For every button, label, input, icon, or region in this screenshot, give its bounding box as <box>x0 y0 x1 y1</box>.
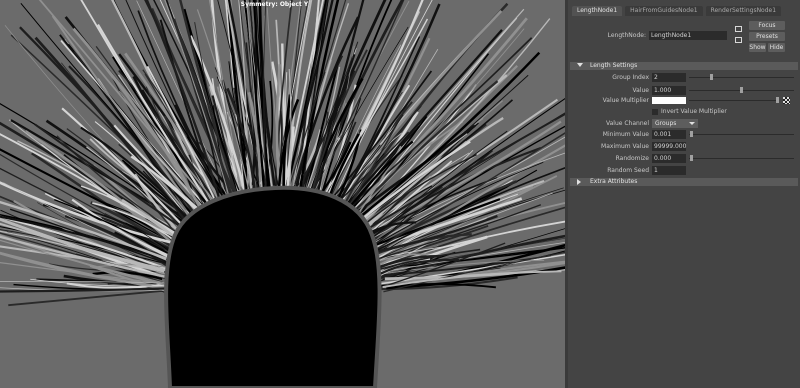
minimum-value-slider-handle[interactable] <box>690 131 693 137</box>
symmetry-label: Symmetry: Object Y <box>240 1 309 8</box>
randomize-field[interactable]: 0.000 <box>652 154 686 163</box>
value-multiplier-slider-handle[interactable] <box>776 97 779 103</box>
minimum-value-field[interactable]: 0.001 <box>652 130 686 139</box>
show-button[interactable]: Show <box>749 43 766 52</box>
invert-value-multiplier-checkbox[interactable] <box>652 109 658 115</box>
maximum-value-label: Maximum Value <box>601 143 649 150</box>
value-multiplier-slider[interactable] <box>689 100 776 101</box>
minimum-value-slider[interactable] <box>689 134 794 135</box>
input-connection-icon[interactable] <box>735 26 742 32</box>
attribute-editor: LengthNode1 HairFromGuidesNode1 RenderSe… <box>568 0 800 388</box>
presets-button[interactable]: Presets <box>749 32 785 41</box>
value-channel-label: Value Channel <box>605 120 649 127</box>
node-name-field[interactable]: LengthNode1 <box>649 31 727 40</box>
value-channel-dropdown[interactable]: Groups <box>652 119 698 128</box>
section-length-settings[interactable]: Length Settings <box>570 62 798 70</box>
group-index-slider[interactable] <box>689 77 794 78</box>
hide-button[interactable]: Hide <box>768 43 785 52</box>
node-name-label: LengthNode: <box>607 32 646 39</box>
tab-lengthnode1[interactable]: LengthNode1 <box>572 6 623 16</box>
group-index-field[interactable]: 2 <box>652 73 686 82</box>
chevron-down-icon <box>689 122 695 125</box>
collapse-triangle-icon <box>577 63 583 67</box>
output-connection-icon[interactable] <box>735 37 742 43</box>
value-slider-handle[interactable] <box>740 87 743 93</box>
hair-strand <box>266 7 282 185</box>
node-tabs: LengthNode1 HairFromGuidesNode1 RenderSe… <box>572 6 784 16</box>
value-channel-selected: Groups <box>655 120 677 127</box>
expand-triangle-icon <box>577 179 581 185</box>
minimum-value-label: Minimum Value <box>602 131 649 138</box>
invert-value-multiplier-label: Invert Value Multiplier <box>661 108 727 115</box>
3d-viewport[interactable]: Symmetry: Object Y <box>0 0 565 388</box>
focus-button[interactable]: Focus <box>749 21 785 30</box>
value-multiplier-label: Value Multiplier <box>602 97 649 104</box>
randomize-slider[interactable] <box>689 158 794 159</box>
tab-hairfromguidesnode1[interactable]: HairFromGuidesNode1 <box>625 6 703 16</box>
value-multiplier-swatch[interactable] <box>652 97 686 104</box>
maximum-value-field[interactable]: 99999.000 <box>652 142 686 151</box>
group-index-label: Group Index <box>612 74 649 81</box>
texture-map-icon[interactable] <box>783 97 790 104</box>
head-silhouette <box>164 185 382 388</box>
hair-render <box>0 0 565 388</box>
tab-rendersettingsnode1[interactable]: RenderSettingsNode1 <box>705 6 782 16</box>
randomize-slider-handle[interactable] <box>690 155 693 161</box>
value-field[interactable]: 1.000 <box>652 86 686 95</box>
section-extra-attributes-title: Extra Attributes <box>590 178 638 185</box>
group-index-slider-handle[interactable] <box>710 74 713 80</box>
section-extra-attributes[interactable]: Extra Attributes <box>570 178 798 186</box>
value-label: Value <box>632 87 649 94</box>
section-length-settings-title: Length Settings <box>590 62 638 69</box>
random-seed-label: Random Seed <box>607 167 649 174</box>
randomize-label: Randomize <box>615 155 649 162</box>
hair-strand <box>8 289 166 307</box>
random-seed-field[interactable]: 1 <box>652 166 686 175</box>
